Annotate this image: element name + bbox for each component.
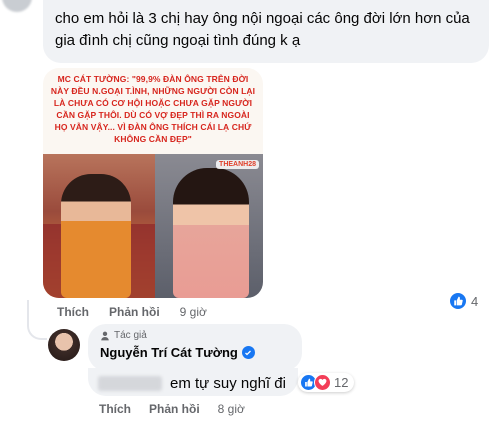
author-tag-icon	[101, 331, 109, 340]
author-name[interactable]: Nguyễn Trí Cát Tường	[100, 345, 238, 360]
reply-text: em tự suy nghĩ đi	[170, 375, 286, 392]
author-name-row: Nguyễn Trí Cát Tường	[100, 345, 290, 360]
reply-reaction-count: 12	[334, 375, 349, 390]
comment-image[interactable]: MC CÁT TƯỜNG: "99,9% ĐÀN ÔNG TRÊN ĐỜI NÀ…	[43, 68, 263, 298]
reply-actions: Thích Phản hồi 8 giờ	[99, 402, 245, 416]
like-button[interactable]: Thích	[57, 305, 89, 319]
image-brand-label: THEANH28	[216, 160, 259, 169]
blurred-mention	[98, 376, 162, 391]
thread-line	[27, 300, 47, 340]
reply-text-bubble: em tự suy nghĩ đi	[88, 368, 298, 396]
image-quote-text: MC CÁT TƯỜNG: "99,9% ĐÀN ÔNG TRÊN ĐỜI NÀ…	[50, 74, 256, 144]
image-person-left	[61, 174, 131, 298]
comment-text: cho em hỏi là 3 chị hay ông nội ngoại cá…	[55, 10, 470, 49]
commenter-avatar[interactable]	[2, 0, 32, 12]
image-quote-area: MC CÁT TƯỜNG: "99,9% ĐÀN ÔNG TRÊN ĐỜI NÀ…	[43, 68, 263, 154]
reply-reply-button[interactable]: Phản hồi	[149, 402, 200, 416]
reply-reactions[interactable]: 12	[298, 373, 355, 392]
reaction-count: 4	[471, 293, 479, 309]
author-avatar[interactable]	[48, 329, 80, 361]
reply-time[interactable]: 8 giờ	[218, 402, 245, 416]
reply-bubble: Tác giả Nguyễn Trí Cát Tường	[88, 324, 302, 371]
like-icon	[449, 292, 467, 310]
comment-bubble: cho em hỏi là 3 chị hay ông nội ngoại cá…	[43, 0, 489, 63]
image-right-photo: THEANH28	[155, 154, 263, 298]
reply-button[interactable]: Phản hồi	[109, 305, 160, 319]
love-icon	[314, 374, 331, 391]
author-tag-label: Tác giả	[114, 330, 147, 341]
author-tag: Tác giả	[100, 330, 290, 341]
image-left-photo	[43, 154, 155, 298]
reply-like-button[interactable]: Thích	[99, 402, 131, 416]
comment-time[interactable]: 9 giờ	[180, 305, 207, 319]
comment-reactions[interactable]: 4	[449, 292, 478, 310]
verified-icon	[241, 346, 255, 359]
image-person-right	[173, 168, 249, 298]
comment-actions: Thích Phản hồi 9 giờ	[57, 305, 207, 319]
